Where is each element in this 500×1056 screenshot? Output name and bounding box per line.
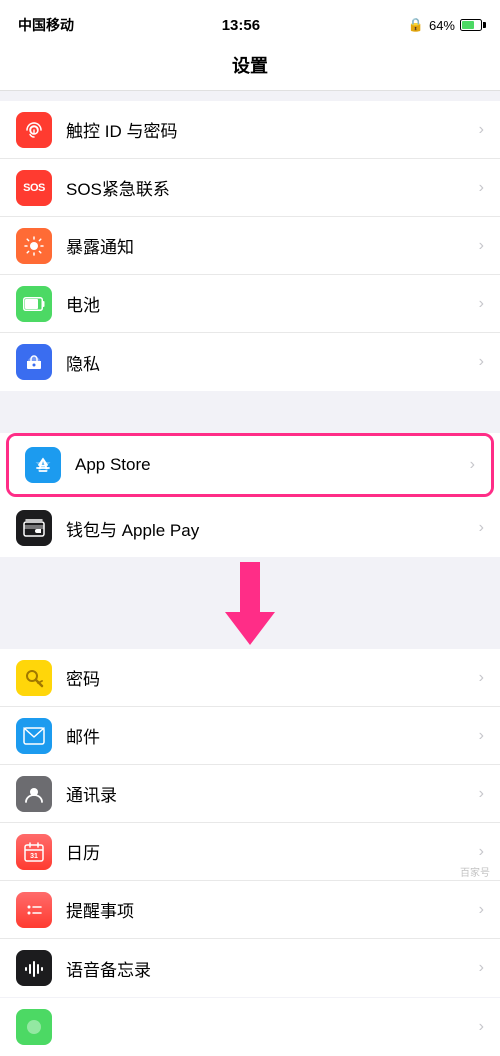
wallet-label: 钱包与 Apple Pay — [66, 516, 471, 541]
calendar-chevron: › — [479, 843, 484, 861]
arrow-section — [0, 557, 500, 647]
contacts-icon — [16, 776, 52, 812]
settings-item-passwords[interactable]: 密码 › — [0, 649, 500, 707]
carrier-label: 中国移动 — [18, 15, 74, 35]
battery-fill — [462, 21, 474, 29]
more-chevron: › — [479, 1018, 484, 1036]
settings-item-touch-id[interactable]: 触控 ID 与密码 › — [0, 101, 500, 159]
settings-item-wallet[interactable]: 钱包与 Apple Pay › — [0, 499, 500, 557]
battery-icon — [460, 19, 482, 31]
reminders-label: 提醒事项 — [66, 897, 471, 922]
time-label: 13:56 — [222, 17, 260, 34]
settings-item-appstore[interactable]: A App Store › — [9, 436, 491, 494]
svg-text:31: 31 — [30, 853, 38, 860]
settings-item-mail[interactable]: 邮件 › — [0, 707, 500, 765]
appstore-highlight-wrapper: A App Store › — [6, 433, 494, 497]
settings-item-privacy[interactable]: 隐私 › — [0, 333, 500, 391]
fingerprint-svg — [23, 119, 45, 141]
battery-label: 电池 — [66, 291, 471, 316]
settings-group-4: › — [0, 998, 500, 1056]
appstore-label: App Store — [75, 455, 462, 475]
watermark: 百家号 — [460, 864, 490, 879]
voice-icon — [16, 950, 52, 986]
mail-chevron: › — [479, 727, 484, 745]
privacy-chevron: › — [479, 353, 484, 371]
settings-item-sos[interactable]: SOS SOS紧急联系 › — [0, 159, 500, 217]
contacts-label: 通讯录 — [66, 781, 471, 806]
reminders-icon — [16, 892, 52, 928]
calendar-label: 日历 — [66, 839, 471, 864]
wallet-icon — [16, 510, 52, 546]
settings-item-calendar[interactable]: 31 日历 › — [0, 823, 500, 881]
voice-label: 语音备忘录 — [66, 956, 471, 981]
exposure-chevron: › — [479, 237, 484, 255]
appstore-icon: A — [25, 447, 61, 483]
settings-item-battery[interactable]: 电池 › — [0, 275, 500, 333]
pink-arrow — [210, 557, 290, 647]
settings-item-voice[interactable]: 语音备忘录 › — [0, 939, 500, 997]
reminders-chevron: › — [479, 901, 484, 919]
group-divider-1 — [0, 91, 500, 101]
settings-item-reminders[interactable]: 提醒事项 › — [0, 881, 500, 939]
status-bar: 中国移动 13:56 🔒 64% — [0, 0, 500, 44]
privacy-label: 隐私 — [66, 350, 471, 375]
page-root: 中国移动 13:56 🔒 64% 设置 — [0, 0, 500, 1056]
battery-label: 64% — [429, 18, 455, 33]
passwords-label: 密码 — [66, 665, 471, 690]
sos-label: SOS紧急联系 — [66, 175, 471, 200]
battery-settings-icon — [16, 286, 52, 322]
settings-item-exposure[interactable]: 暴露通知 › — [0, 217, 500, 275]
mail-label: 邮件 — [66, 723, 471, 748]
passwords-icon — [16, 660, 52, 696]
appstore-chevron: › — [470, 456, 475, 474]
settings-item-contacts[interactable]: 通讯录 › — [0, 765, 500, 823]
settings-group-3: 密码 › 邮件 › 通讯录 › — [0, 649, 500, 997]
calendar-icon: 31 — [16, 834, 52, 870]
privacy-icon — [16, 344, 52, 380]
settings-group-1: 触控 ID 与密码 › SOS SOS紧急联系 › — [0, 101, 500, 391]
settings-item-more[interactable]: › — [0, 998, 500, 1056]
touch-id-label: 触控 ID 与密码 — [66, 117, 471, 142]
contacts-chevron: › — [479, 785, 484, 803]
voice-chevron: › — [479, 959, 484, 977]
page-title: 设置 — [0, 52, 500, 78]
lock-icon: 🔒 — [408, 17, 424, 33]
touch-id-chevron: › — [479, 121, 484, 139]
more-icon — [16, 1009, 52, 1045]
sos-icon: SOS — [16, 170, 52, 206]
wallet-chevron: › — [479, 519, 484, 537]
battery-chevron: › — [479, 295, 484, 313]
group-divider-2 — [0, 391, 500, 429]
sos-chevron: › — [479, 179, 484, 197]
settings-group-2: A App Store › 钱包与 App — [0, 433, 500, 557]
exposure-icon — [16, 228, 52, 264]
status-right: 🔒 64% — [408, 17, 482, 33]
nav-bar: 设置 — [0, 44, 500, 91]
mail-icon — [16, 718, 52, 754]
touch-id-icon — [16, 112, 52, 148]
passwords-chevron: › — [479, 669, 484, 687]
exposure-label: 暴露通知 — [66, 233, 471, 258]
